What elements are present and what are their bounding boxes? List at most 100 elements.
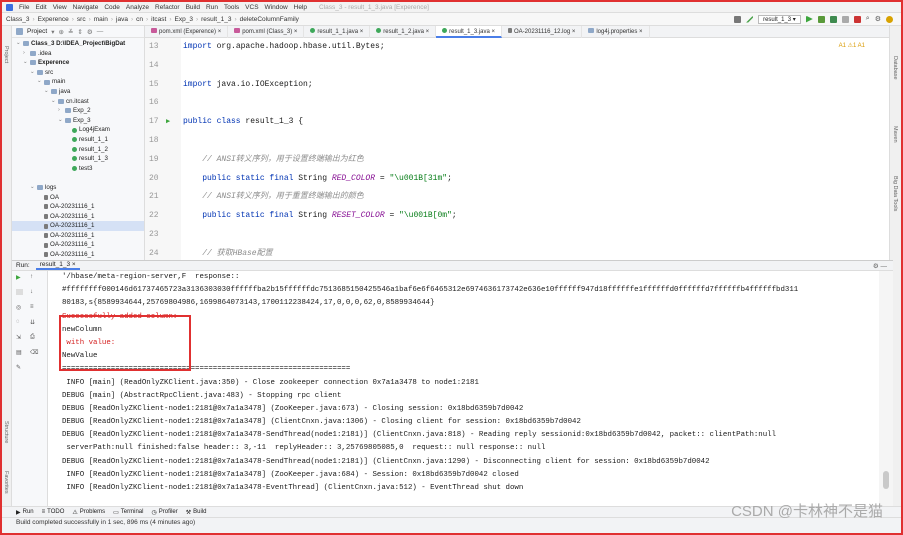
print-icon[interactable]: ⎙ bbox=[30, 334, 37, 340]
close-icon[interactable]: × bbox=[490, 29, 496, 35]
menu-item-view[interactable]: View bbox=[53, 4, 67, 11]
close-icon[interactable]: × bbox=[637, 29, 643, 35]
editor-tab[interactable]: pom.xml (Class_3) × bbox=[228, 26, 305, 38]
stop-icon[interactable] bbox=[853, 15, 861, 23]
trash-icon[interactable]: ⌫ bbox=[30, 349, 38, 356]
rerun-icon[interactable]: ▶ bbox=[16, 274, 23, 281]
search-icon[interactable]: ⌕ bbox=[866, 15, 870, 23]
debug-icon[interactable] bbox=[817, 15, 825, 23]
breadcrumb-item[interactable]: Exp_3 bbox=[175, 16, 193, 23]
code-editor[interactable]: 1314151617▶1819202122232425@2627 import … bbox=[145, 38, 893, 314]
layout-icon[interactable]: ▤ bbox=[16, 349, 23, 356]
tree-node[interactable]: OA-20231116_1 bbox=[12, 231, 144, 241]
tree-node[interactable]: ⌄ Exp_3 bbox=[12, 116, 144, 126]
tree-node[interactable]: OA-20231116_1 bbox=[12, 221, 144, 231]
close-icon[interactable]: × bbox=[424, 29, 430, 35]
tree-node[interactable]: OA-20231116_1 bbox=[12, 202, 144, 212]
coverage-icon[interactable] bbox=[829, 15, 837, 23]
editor-tab[interactable]: result_1_1.java × bbox=[304, 26, 371, 38]
scroll-up-icon[interactable]: ↑ bbox=[30, 274, 37, 280]
tree-node[interactable]: ⌄ java bbox=[12, 87, 144, 97]
chevron-down-icon[interactable]: ⌄ bbox=[30, 68, 37, 78]
run-config-select[interactable]: result_1_3 ▾ bbox=[758, 14, 801, 24]
bottom-tab-todo[interactable]: ≡ TODO bbox=[42, 509, 65, 515]
bottom-tab-problems[interactable]: ⚠ Problems bbox=[72, 509, 105, 516]
tree-node[interactable]: test3 bbox=[12, 164, 144, 174]
locate-icon[interactable]: ⊕ bbox=[59, 28, 64, 36]
console-scrollbar[interactable] bbox=[879, 271, 893, 506]
soft-wrap-icon[interactable]: ≡ bbox=[30, 304, 37, 310]
editor-tab[interactable]: pom.xml (Experence) × bbox=[145, 26, 229, 38]
chevron-down-icon[interactable]: ⌄ bbox=[23, 58, 30, 68]
ide-update-icon[interactable] bbox=[886, 15, 893, 23]
run-gutter-icon[interactable]: ▶ bbox=[166, 113, 170, 132]
project-tool-label[interactable]: Project bbox=[3, 46, 9, 63]
maven-tool-label[interactable]: Maven bbox=[892, 126, 898, 143]
scroll-down-icon[interactable]: ↓ bbox=[30, 289, 37, 295]
menu-item-analyze[interactable]: Analyze bbox=[126, 4, 149, 11]
menu-item-code[interactable]: Code bbox=[104, 4, 120, 11]
tree-node[interactable]: ⌄ logs bbox=[12, 183, 144, 193]
chevron-down-icon[interactable]: ▾ bbox=[51, 28, 54, 36]
collapse-all-icon[interactable]: ≚ bbox=[68, 28, 73, 36]
tree-node[interactable]: ⌄ cn.itcast bbox=[12, 97, 144, 107]
menu-item-file[interactable]: File bbox=[19, 4, 29, 11]
stop-run-icon[interactable] bbox=[16, 289, 23, 295]
menu-item-window[interactable]: Window bbox=[265, 4, 288, 11]
breadcrumb-item[interactable]: main bbox=[94, 16, 108, 23]
breadcrumb-item[interactable]: deleteColumnFamily bbox=[240, 16, 299, 23]
tree-node[interactable]: › .idea bbox=[12, 49, 144, 59]
breadcrumb-item[interactable]: itcast bbox=[151, 16, 166, 23]
hide-icon[interactable]: — bbox=[97, 28, 104, 35]
chevron-down-icon[interactable]: ⌄ bbox=[30, 183, 37, 193]
tree-node[interactable]: ⌄ Class_3 D:\IDEA_Project\BigDat bbox=[12, 39, 144, 49]
editor-tab[interactable]: OA-20231116_12.log × bbox=[502, 26, 583, 38]
tree-node[interactable]: OA-20231116_1 bbox=[12, 240, 144, 250]
breadcrumb-item[interactable]: result_1_3 bbox=[201, 16, 231, 23]
menu-item-edit[interactable]: Edit bbox=[35, 4, 46, 11]
run-icon[interactable] bbox=[805, 15, 813, 23]
tree-node[interactable]: ⌄ main bbox=[12, 77, 144, 87]
expand-icon[interactable]: ⇕ bbox=[77, 28, 82, 36]
menu-item-navigate[interactable]: Navigate bbox=[73, 4, 99, 11]
menu-item-run[interactable]: Run bbox=[206, 4, 218, 11]
profile-icon[interactable] bbox=[841, 15, 849, 23]
tree-node[interactable]: Log4jExam bbox=[12, 125, 144, 135]
chevron-down-icon[interactable]: ⌄ bbox=[16, 39, 23, 49]
run-console[interactable]: '/hbase/meta-region-server,F response:: #… bbox=[48, 271, 879, 506]
settings-gear-icon[interactable]: ⚙ bbox=[875, 15, 881, 23]
database-tool-label[interactable]: Database bbox=[892, 56, 898, 80]
breadcrumb-item[interactable]: cn bbox=[136, 16, 143, 23]
tree-node[interactable]: result_1_1 bbox=[12, 135, 144, 145]
run-panel-settings-icon[interactable]: ⚙ — bbox=[873, 262, 893, 270]
menu-item-refactor[interactable]: Refactor bbox=[155, 4, 180, 11]
editor-tab[interactable]: result_1_3.java × bbox=[436, 26, 503, 38]
export-icon[interactable]: ⇲ bbox=[16, 334, 23, 341]
close-icon[interactable]: × bbox=[292, 29, 298, 35]
restore-layout-icon[interactable]: ◌ bbox=[16, 319, 23, 325]
run-tab-result-1-3[interactable]: result_1_3 × bbox=[35, 261, 80, 270]
bottom-tab-profiler[interactable]: ◷ Profiler bbox=[151, 509, 177, 516]
big-data-tools-label[interactable]: Big Data Tools bbox=[892, 176, 898, 211]
inspection-warnings[interactable]: A1 ⚠1 A1 bbox=[839, 42, 865, 49]
tree-node[interactable]: ⌄ Experence bbox=[12, 58, 144, 68]
hammer-icon[interactable] bbox=[746, 15, 754, 23]
breadcrumb-item[interactable]: Experence bbox=[38, 16, 69, 23]
breadcrumb-item[interactable]: java bbox=[116, 16, 128, 23]
chevron-down-icon[interactable]: ⌄ bbox=[44, 87, 51, 97]
breadcrumb-item[interactable]: src bbox=[77, 16, 86, 23]
tree-node[interactable]: ⌄ src bbox=[12, 68, 144, 78]
structure-tool-label[interactable]: Structure bbox=[3, 421, 9, 443]
menu-item-vcs[interactable]: VCS bbox=[245, 4, 258, 11]
menu-item-help[interactable]: Help bbox=[294, 4, 307, 11]
user-icon[interactable] bbox=[734, 15, 742, 23]
favorites-tool-label[interactable]: Favorites bbox=[3, 471, 9, 494]
tree-node[interactable]: result_1_2 bbox=[12, 145, 144, 155]
chevron-down-icon[interactable]: ⌄ bbox=[51, 97, 58, 107]
tree-node[interactable]: OA bbox=[12, 193, 144, 203]
chevron-right-icon[interactable]: › bbox=[58, 106, 65, 116]
editor-tab[interactable]: result_1_2.java × bbox=[370, 26, 437, 38]
editor-tab[interactable]: log4j.properties × bbox=[582, 26, 650, 38]
tree-node[interactable]: › Exp_2 bbox=[12, 106, 144, 116]
project-panel-title[interactable]: Project bbox=[27, 28, 47, 35]
